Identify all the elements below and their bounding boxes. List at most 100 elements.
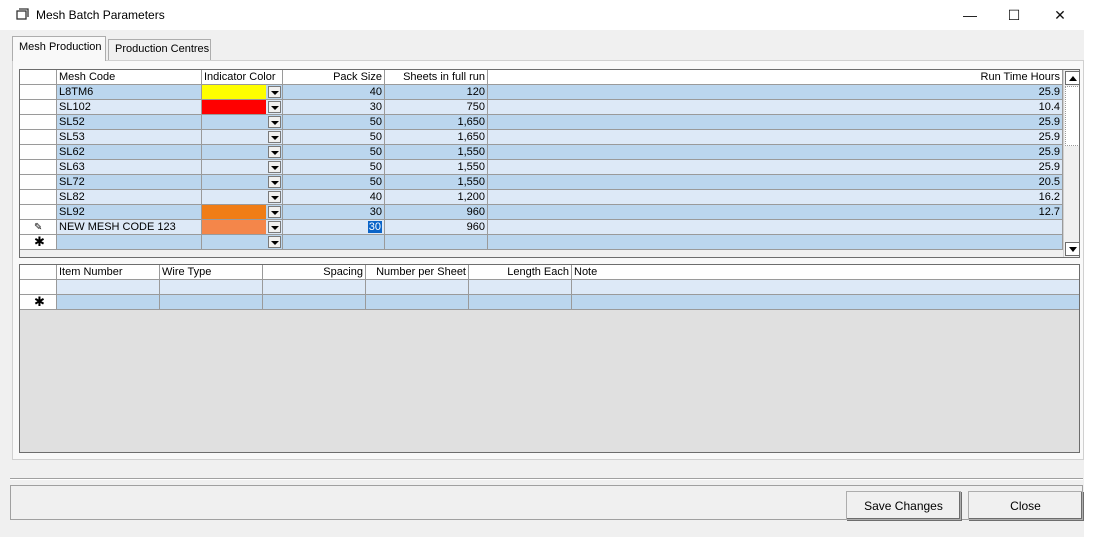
chevron-down-icon[interactable] (268, 146, 281, 158)
indicator-color-cell[interactable] (202, 190, 283, 205)
sheets-cell[interactable]: 1,550 (385, 160, 488, 175)
new-row-cell[interactable] (263, 295, 366, 310)
header-wire-type[interactable]: Wire Type (160, 265, 263, 280)
sheets-cell[interactable]: 1,650 (385, 130, 488, 145)
sheets-cell[interactable]: 960 (385, 205, 488, 220)
chevron-down-icon[interactable] (268, 221, 281, 233)
sheets-cell[interactable]: 1,550 (385, 145, 488, 160)
chevron-down-icon[interactable] (268, 116, 281, 128)
chevron-down-icon[interactable] (268, 236, 281, 248)
header-item-number[interactable]: Item Number (57, 265, 160, 280)
row-selector[interactable] (20, 190, 57, 205)
new-row-cell[interactable] (160, 295, 263, 310)
row-selector[interactable] (20, 115, 57, 130)
chevron-down-icon[interactable] (268, 191, 281, 203)
mesh-code-cell[interactable]: NEW MESH CODE 123 (57, 220, 202, 235)
pack-size-cell[interactable]: 50 (283, 160, 385, 175)
header-sheets-in-full-run[interactable]: Sheets in full run (385, 70, 488, 85)
item-cell[interactable] (263, 280, 366, 295)
item-cell[interactable] (469, 280, 572, 295)
pack-size-cell[interactable]: 30 (283, 100, 385, 115)
run-time-cell[interactable]: 16.2 (488, 190, 1063, 205)
mesh-code-cell[interactable]: SL72 (57, 175, 202, 190)
indicator-color-cell[interactable] (202, 130, 283, 145)
pack-size-cell[interactable]: 50 (283, 175, 385, 190)
tab-mesh-production[interactable]: Mesh Production (12, 36, 106, 61)
sheets-cell[interactable]: 1,650 (385, 115, 488, 130)
mesh-code-cell[interactable]: SL102 (57, 100, 202, 115)
sheets-cell[interactable]: 1,200 (385, 190, 488, 205)
mesh-code-cell[interactable]: SL62 (57, 145, 202, 160)
row-selector[interactable] (20, 175, 57, 190)
run-time-cell[interactable]: 25.9 (488, 85, 1063, 100)
item-cell[interactable] (160, 280, 263, 295)
new-row-cell[interactable] (202, 235, 283, 250)
run-time-cell[interactable]: 20.5 (488, 175, 1063, 190)
run-time-cell[interactable]: 10.4 (488, 100, 1063, 115)
new-row-cell[interactable] (469, 295, 572, 310)
row-selector[interactable]: ✎ (20, 220, 57, 235)
chevron-down-icon[interactable] (268, 101, 281, 113)
indicator-color-cell[interactable] (202, 175, 283, 190)
new-row-cell[interactable] (283, 235, 385, 250)
new-row-cell[interactable] (57, 235, 202, 250)
new-row-cell[interactable] (57, 295, 160, 310)
chevron-down-icon[interactable] (268, 206, 281, 218)
scroll-down-icon[interactable] (1065, 242, 1079, 256)
header-pack-size[interactable]: Pack Size (283, 70, 385, 85)
tab-production-centres[interactable]: Production Centres (108, 39, 211, 60)
run-time-cell[interactable]: 25.9 (488, 145, 1063, 160)
run-time-cell[interactable]: 12.7 (488, 205, 1063, 220)
run-time-cell[interactable]: 25.9 (488, 115, 1063, 130)
indicator-color-cell[interactable] (202, 85, 283, 100)
mesh-code-cell[interactable]: SL53 (57, 130, 202, 145)
mesh-grid[interactable]: Mesh Code Indicator Color Pack Size Sheets … (19, 69, 1080, 258)
indicator-color-cell[interactable] (202, 115, 283, 130)
header-indicator-color[interactable]: Indicator Color (202, 70, 283, 85)
row-selector[interactable] (20, 205, 57, 220)
save-changes-button[interactable]: Save Changes (846, 491, 961, 520)
mesh-code-cell[interactable]: SL63 (57, 160, 202, 175)
indicator-color-cell[interactable] (202, 145, 283, 160)
pack-size-cell[interactable]: 40 (283, 85, 385, 100)
close-button[interactable]: Close (968, 491, 1083, 520)
new-row-cell[interactable] (385, 235, 488, 250)
indicator-color-cell[interactable] (202, 220, 283, 235)
run-time-cell[interactable]: 25.9 (488, 160, 1063, 175)
sheets-cell[interactable]: 750 (385, 100, 488, 115)
mesh-code-cell[interactable]: L8TM6 (57, 85, 202, 100)
header-run-time-hours[interactable]: Run Time Hours (488, 70, 1063, 85)
header-length-each[interactable]: Length Each (469, 265, 572, 280)
scroll-up-icon[interactable] (1065, 71, 1079, 85)
chevron-down-icon[interactable] (268, 176, 281, 188)
row-selector[interactable] (20, 85, 57, 100)
mesh-code-cell[interactable]: SL52 (57, 115, 202, 130)
indicator-color-cell[interactable] (202, 160, 283, 175)
indicator-color-cell[interactable] (202, 100, 283, 115)
sheets-cell[interactable]: 1,550 (385, 175, 488, 190)
header-note[interactable]: Note (572, 265, 1079, 280)
pack-size-cell[interactable]: 50 (283, 115, 385, 130)
item-cell[interactable] (366, 280, 469, 295)
scroll-thumb[interactable] (1065, 86, 1079, 146)
new-row-cell[interactable] (488, 235, 1063, 250)
indicator-color-cell[interactable] (202, 205, 283, 220)
row-selector[interactable] (20, 130, 57, 145)
chevron-down-icon[interactable] (268, 131, 281, 143)
item-cell[interactable] (57, 280, 160, 295)
row-selector[interactable] (20, 160, 57, 175)
chevron-down-icon[interactable] (268, 161, 281, 173)
chevron-down-icon[interactable] (268, 86, 281, 98)
sheets-cell[interactable]: 120 (385, 85, 488, 100)
new-row-selector[interactable]: ✱ (20, 235, 57, 250)
maximize-button[interactable]: ☐ (991, 0, 1037, 30)
row-selector[interactable] (20, 145, 57, 160)
close-window-button[interactable]: ✕ (1037, 0, 1083, 30)
new-row-selector[interactable]: ✱ (20, 295, 57, 310)
pack-size-cell[interactable]: 30 (283, 220, 385, 235)
new-row-cell[interactable] (366, 295, 469, 310)
pack-size-cell[interactable]: 50 (283, 130, 385, 145)
minimize-button[interactable]: — (947, 0, 993, 30)
mesh-code-cell[interactable]: SL82 (57, 190, 202, 205)
sheets-cell[interactable]: 960 (385, 220, 488, 235)
